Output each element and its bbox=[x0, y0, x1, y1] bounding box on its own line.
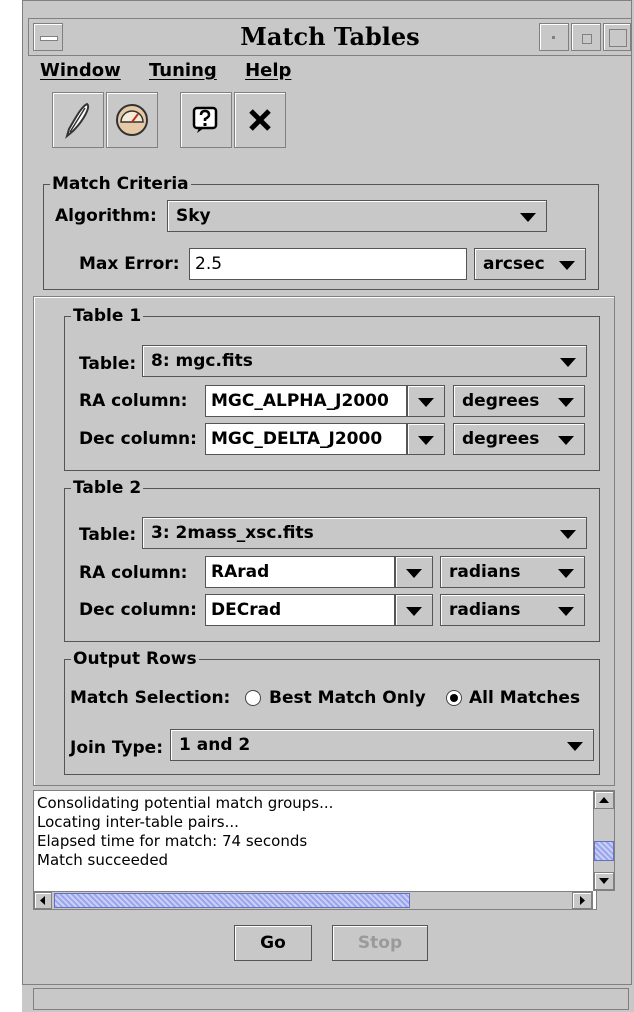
chevron-down-icon bbox=[558, 569, 574, 578]
scroll-down-button[interactable] bbox=[594, 872, 614, 890]
arrow-left-icon bbox=[40, 896, 45, 905]
gauge-icon bbox=[116, 104, 148, 136]
table1-dec-dropdown[interactable] bbox=[407, 423, 445, 455]
table2-table-select[interactable]: 3: 2mass_xsc.fits bbox=[142, 517, 587, 549]
table1-table-value: 8: mgc.fits bbox=[151, 351, 253, 371]
table1-dec-label: Dec column: bbox=[79, 429, 197, 449]
match-selection-label: Match Selection: bbox=[70, 688, 231, 708]
menu-window[interactable]: Window bbox=[40, 60, 121, 81]
table1-ra-unit-select[interactable]: degrees bbox=[453, 385, 585, 417]
stop-button[interactable]: Stop bbox=[332, 925, 428, 961]
scroll-up-button[interactable] bbox=[594, 791, 614, 809]
feather-icon bbox=[65, 102, 89, 139]
table1-table-select[interactable]: 8: mgc.fits bbox=[142, 345, 587, 377]
join-type-select[interactable]: 1 and 2 bbox=[170, 729, 594, 761]
gauge-button[interactable] bbox=[106, 92, 158, 148]
chevron-down-icon bbox=[558, 607, 574, 616]
log-line: Locating inter-table pairs... bbox=[37, 813, 239, 831]
close-window-button[interactable] bbox=[603, 23, 631, 51]
table2-table-value: 3: 2mass_xsc.fits bbox=[151, 523, 314, 543]
join-type-label: Join Type: bbox=[70, 738, 164, 758]
table2-ra-unit-value: radians bbox=[449, 562, 521, 582]
table1-ra-dropdown[interactable] bbox=[407, 385, 445, 417]
chevron-down-icon bbox=[406, 569, 422, 578]
close-window-icon bbox=[609, 29, 627, 47]
chevron-down-icon bbox=[558, 436, 574, 445]
algorithm-select[interactable]: Sky bbox=[167, 200, 547, 232]
go-button[interactable]: Go bbox=[234, 925, 312, 961]
chevron-down-icon bbox=[559, 261, 575, 270]
chevron-down-icon bbox=[520, 213, 536, 222]
table2-table-label: Table: bbox=[79, 525, 137, 545]
chevron-down-icon bbox=[558, 398, 574, 407]
title-bar[interactable]: Match Tables bbox=[28, 18, 632, 56]
arrow-right-icon bbox=[580, 896, 585, 905]
match-criteria-label: Match Criteria bbox=[50, 174, 191, 194]
table1-dec-field[interactable]: MGC_DELTA_J2000 bbox=[205, 423, 407, 455]
algorithm-value: Sky bbox=[176, 206, 211, 226]
join-type-value: 1 and 2 bbox=[179, 735, 251, 755]
table1-table-label: Table: bbox=[79, 354, 137, 374]
algorithm-label: Algorithm: bbox=[55, 206, 157, 226]
table2-dec-field[interactable]: DECrad bbox=[205, 594, 395, 626]
best-match-label[interactable]: Best Match Only bbox=[269, 688, 426, 708]
table1-ra-field[interactable]: MGC_ALPHA_J2000 bbox=[205, 385, 407, 417]
max-error-unit-value: arcsec bbox=[483, 254, 545, 274]
scroll-thumb-horizontal[interactable] bbox=[54, 893, 410, 908]
table2-ra-label: RA column: bbox=[79, 563, 188, 583]
scroll-thumb[interactable] bbox=[594, 841, 614, 861]
table1-ra-label: RA column: bbox=[79, 391, 188, 411]
minimize-icon bbox=[552, 36, 555, 39]
scroll-right-button[interactable] bbox=[572, 892, 592, 909]
table2-dec-unit-select[interactable]: radians bbox=[440, 594, 585, 626]
help-button[interactable] bbox=[180, 92, 232, 148]
table2-dec-dropdown[interactable] bbox=[395, 594, 433, 626]
log-vertical-scrollbar[interactable] bbox=[593, 790, 615, 891]
status-bar bbox=[33, 988, 629, 1010]
arrow-down-icon bbox=[599, 878, 609, 884]
chevron-down-icon bbox=[418, 398, 434, 407]
menu-tuning[interactable]: Tuning bbox=[149, 60, 217, 81]
close-button[interactable] bbox=[234, 92, 286, 148]
all-matches-radio[interactable] bbox=[446, 690, 462, 706]
max-error-label: Max Error: bbox=[79, 254, 180, 274]
table2-dec-unit-value: radians bbox=[449, 600, 521, 620]
table2-ra-field[interactable]: RArad bbox=[205, 556, 395, 588]
table2-ra-dropdown[interactable] bbox=[395, 556, 433, 588]
max-error-field[interactable]: 2.5 bbox=[189, 248, 467, 280]
feather-button[interactable] bbox=[52, 92, 104, 148]
log-horizontal-scrollbar[interactable] bbox=[33, 891, 593, 910]
help-icon bbox=[192, 106, 218, 133]
log-line: Elapsed time for match: 74 seconds bbox=[37, 832, 308, 850]
scroll-left-button[interactable] bbox=[34, 892, 52, 909]
minimize-button[interactable] bbox=[539, 23, 569, 51]
all-matches-label[interactable]: All Matches bbox=[469, 688, 580, 708]
table1-dec-unit-value: degrees bbox=[462, 429, 540, 449]
menu-bar: Window Tuning Help bbox=[40, 60, 313, 86]
close-icon bbox=[249, 109, 271, 131]
chevron-down-icon bbox=[560, 530, 576, 539]
table1-label: Table 1 bbox=[71, 306, 144, 326]
menu-help[interactable]: Help bbox=[245, 60, 291, 81]
maximize-button[interactable] bbox=[571, 23, 601, 51]
chevron-down-icon bbox=[560, 358, 576, 367]
log-line: Match succeeded bbox=[37, 851, 169, 869]
table1-dec-unit-select[interactable]: degrees bbox=[453, 423, 585, 455]
log-line: Consolidating potential match groups... bbox=[37, 794, 334, 812]
arrow-up-icon bbox=[599, 797, 609, 803]
chevron-down-icon bbox=[418, 436, 434, 445]
table2-label: Table 2 bbox=[71, 478, 144, 498]
table2-ra-unit-select[interactable]: radians bbox=[440, 556, 585, 588]
chevron-down-icon bbox=[406, 607, 422, 616]
maximize-icon bbox=[582, 34, 592, 44]
chevron-down-icon bbox=[567, 742, 583, 751]
table1-ra-unit-value: degrees bbox=[462, 391, 540, 411]
best-match-radio[interactable] bbox=[245, 690, 261, 706]
table2-dec-label: Dec column: bbox=[79, 600, 197, 620]
output-rows-label: Output Rows bbox=[71, 649, 199, 669]
max-error-unit-select[interactable]: arcsec bbox=[474, 248, 586, 280]
